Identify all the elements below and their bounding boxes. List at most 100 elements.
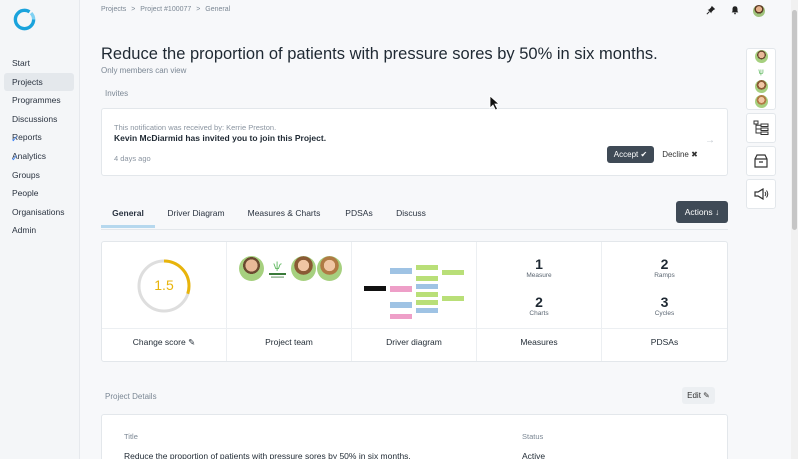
sidebar-item-label: Groups	[12, 169, 40, 180]
sidebar-item-label: Start	[12, 58, 30, 68]
decline-label: Decline	[662, 150, 689, 159]
sidebar-item-groups[interactable]: Groups	[4, 166, 74, 185]
pencil-icon: ✎	[703, 391, 710, 400]
breadcrumb-current: General	[205, 6, 231, 13]
logo-icon[interactable]	[12, 7, 37, 32]
invite-time: 4 days ago	[114, 154, 151, 163]
check-icon: ✔	[640, 150, 648, 159]
tab-measures-charts[interactable]: Measures & Charts	[245, 200, 323, 228]
sidebar-item-analytics[interactable]: ✓ Analytics	[4, 147, 74, 166]
charts-count: 2	[535, 294, 543, 310]
sidebar-item-projects[interactable]: Projects	[4, 72, 74, 92]
actions-button[interactable]: Actions ↓	[676, 201, 728, 223]
sidebar-nav: Start Projects Programmes Discussions ✓ R…	[4, 54, 74, 240]
archive-button[interactable]	[746, 146, 776, 176]
announce-button[interactable]	[746, 179, 776, 209]
title-field-value: Reduce the proportion of patients with p…	[124, 451, 411, 459]
invite-card: This notification was received by: Kerri…	[101, 108, 728, 176]
page-title: Reduce the proportion of patients with p…	[101, 45, 658, 63]
mouse-cursor-icon	[489, 95, 501, 111]
visibility-note: Only members can view	[101, 66, 187, 75]
cell-divider	[227, 328, 351, 329]
change-score-cell[interactable]: 1.5 Change score ✎	[102, 242, 227, 361]
archive-box-icon	[754, 154, 768, 168]
check-icon: ✓	[11, 152, 19, 163]
measure-count: 1	[535, 256, 543, 272]
cycles-count: 3	[660, 294, 669, 310]
pdsas-label: PDSAs	[650, 337, 679, 347]
cell-divider	[477, 328, 601, 329]
change-score-text: Change score	[132, 337, 186, 347]
sidebar-item-label: Programmes	[12, 95, 61, 106]
team-member-avatar	[239, 256, 264, 281]
project-team-cell[interactable]: ѱ Project team	[227, 242, 352, 361]
ramps-count: 2	[660, 256, 669, 272]
breadcrumb-projects[interactable]: Projects	[101, 6, 126, 13]
project-details-heading: Project Details	[105, 392, 157, 401]
driver-diagram-label: Driver diagram	[386, 337, 442, 347]
sidebar-item-organisations[interactable]: Organisations	[4, 203, 74, 222]
sidebar-item-start[interactable]: Start	[4, 54, 74, 73]
cell-divider	[602, 328, 727, 329]
invites-heading: Invites	[105, 89, 129, 98]
tab-pdsas[interactable]: PDSAs	[341, 200, 377, 228]
title-field-label: Title	[124, 432, 138, 441]
charts-count-label: Charts	[529, 310, 549, 317]
sidebar-item-label: Admin	[12, 225, 37, 236]
members-panel[interactable]: ѱ	[746, 48, 776, 110]
decline-button[interactable]: Decline ✖	[658, 146, 702, 163]
tab-discuss[interactable]: Discuss	[393, 200, 429, 228]
pdsas-cell[interactable]: 2 Ramps 3 Cycles PDSAs	[602, 242, 727, 361]
sidebar-item-people[interactable]: People	[4, 184, 74, 203]
team-member-avatar	[291, 256, 316, 281]
summary-card: 1.5 Change score ✎ ѱ Project team Driver…	[101, 241, 728, 362]
sidebar-item-label: Discussions	[12, 113, 58, 124]
sidebar-item-discussions[interactable]: Discussions	[4, 110, 74, 129]
arrow-right-icon[interactable]: →	[705, 135, 715, 146]
pencil-icon: ✎	[188, 337, 196, 347]
svg-text:ѱ: ѱ	[273, 260, 282, 272]
actions-label: Actions	[684, 207, 713, 217]
scrollbar-thumb[interactable]	[792, 10, 797, 230]
driver-diagram-thumbnail	[364, 265, 464, 319]
invite-recipient: This notification was received by: Kerri…	[114, 123, 277, 132]
team-member-avatar	[317, 256, 342, 281]
team-avatars: ѱ	[239, 256, 342, 281]
pin-icon[interactable]	[705, 5, 717, 17]
sidebar-item-label: People	[12, 188, 39, 199]
member-avatar	[754, 80, 768, 93]
megaphone-icon	[754, 187, 769, 201]
hierarchy-button[interactable]	[746, 113, 776, 143]
hierarchy-icon	[753, 120, 769, 135]
edit-label: Edit	[687, 391, 701, 400]
main-content: Projects > Project #100077 > General Red…	[80, 0, 798, 459]
breadcrumb-separator: >	[196, 6, 201, 13]
edit-button[interactable]: Edit ✎	[682, 387, 715, 404]
user-avatar[interactable]	[753, 5, 765, 17]
accept-label: Accept	[613, 150, 639, 159]
measures-label: Measures	[520, 337, 558, 347]
change-score-label: Change score ✎	[102, 337, 226, 348]
cell-divider	[352, 328, 476, 329]
driver-diagram-cell[interactable]: Driver diagram	[352, 242, 477, 361]
scrollbar[interactable]	[791, 0, 798, 459]
sidebar: Start Projects Programmes Discussions ✓ R…	[0, 0, 80, 459]
breadcrumb: Projects > Project #100077 > General	[101, 6, 233, 13]
bell-icon[interactable]	[729, 5, 741, 17]
arrow-down-icon: ↓	[715, 207, 720, 217]
sidebar-item-admin[interactable]: Admin	[4, 221, 74, 240]
change-score-value: 1.5	[154, 277, 174, 293]
breadcrumb-project[interactable]: Project #100077	[140, 6, 191, 13]
invite-message: Kevin McDiarmid has invited you to join …	[114, 133, 327, 143]
sidebar-item-reports[interactable]: ✓ Reports	[4, 128, 74, 147]
ramps-count-label: Ramps	[654, 272, 675, 279]
status-field-value: Active	[522, 451, 546, 459]
tab-general[interactable]: General	[101, 200, 155, 228]
measures-cell[interactable]: 1 Measure 2 Charts Measures	[477, 242, 602, 361]
tab-driver-diagram[interactable]: Driver Diagram	[163, 200, 229, 228]
close-icon: ✖	[691, 150, 698, 159]
accept-button[interactable]: Accept ✔	[607, 146, 654, 163]
top-icons	[705, 5, 765, 17]
cell-divider	[102, 328, 226, 329]
sidebar-item-programmes[interactable]: Programmes	[4, 91, 74, 110]
